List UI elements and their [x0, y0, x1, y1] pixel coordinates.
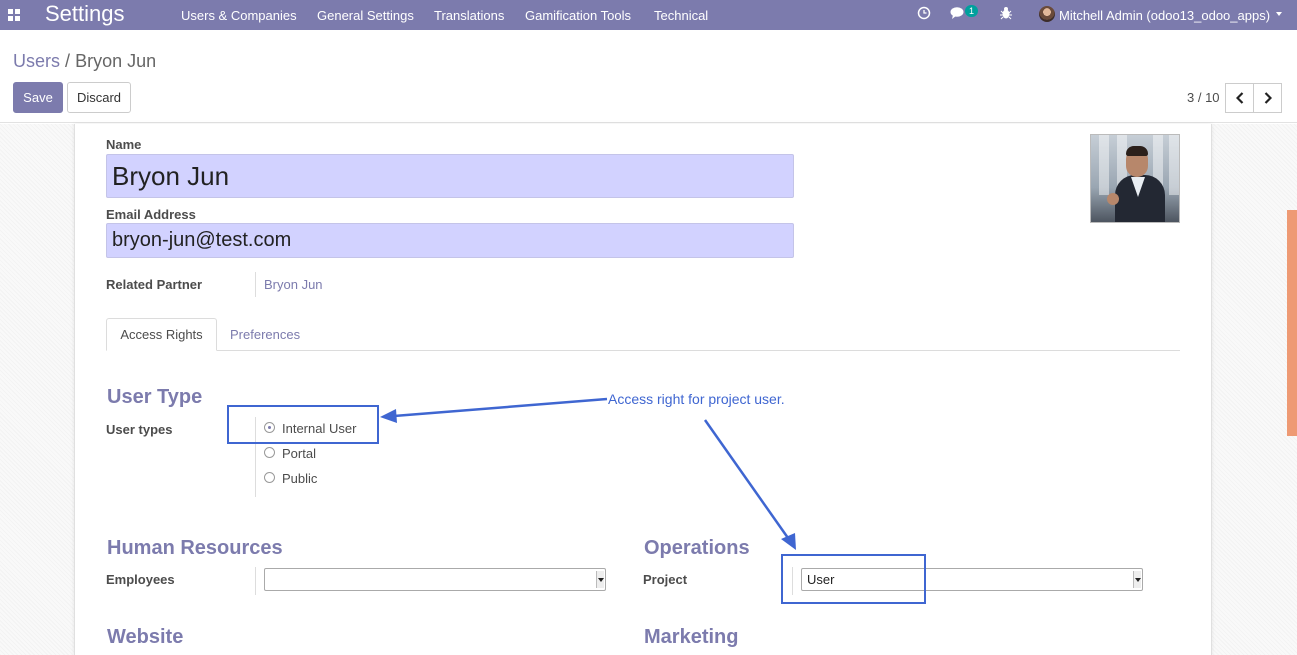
- annotation-arrows: [380, 397, 796, 550]
